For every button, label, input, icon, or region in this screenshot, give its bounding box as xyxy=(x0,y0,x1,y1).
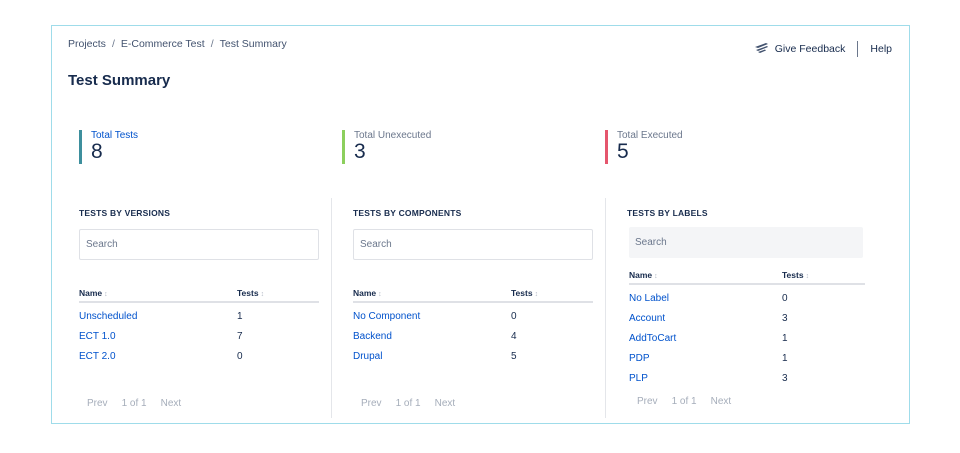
row-name-link[interactable]: No Component xyxy=(353,311,420,322)
breadcrumb-project[interactable]: E-Commerce Test xyxy=(121,38,205,50)
row-name-link[interactable]: Backend xyxy=(353,331,392,342)
stat-value: 3 xyxy=(354,140,366,163)
row-test-count: 5 xyxy=(511,351,517,362)
row-name-link[interactable]: ECT 2.0 xyxy=(79,351,116,362)
page-indicator: 1 of 1 xyxy=(395,398,421,409)
give-feedback-button[interactable]: Give Feedback xyxy=(754,42,846,57)
next-button[interactable]: Next xyxy=(161,398,182,409)
table-row: No Label 0 xyxy=(629,290,869,310)
pagination: Prev 1 of 1 Next xyxy=(637,396,731,407)
megaphone-icon xyxy=(754,42,769,57)
section-title: TESTS BY LABELS xyxy=(627,208,708,218)
table-row: Account 3 xyxy=(629,310,869,330)
column-header-name[interactable]: Name ↕ xyxy=(79,288,108,298)
help-link[interactable]: Help xyxy=(870,43,892,55)
page-title: Test Summary xyxy=(68,72,171,89)
stat-value: 5 xyxy=(617,140,629,163)
row-test-count: 7 xyxy=(237,331,243,342)
column-divider xyxy=(331,198,332,418)
table-row: AddToCart 1 xyxy=(629,330,869,350)
breadcrumb-projects[interactable]: Projects xyxy=(68,38,106,50)
row-name-link[interactable]: ECT 1.0 xyxy=(79,331,116,342)
table-row: PLP 3 xyxy=(629,370,869,390)
table-header: Name ↕ Tests ↕ xyxy=(353,286,593,303)
next-button[interactable]: Next xyxy=(711,396,732,407)
table-row: ECT 1.0 7 xyxy=(79,328,319,348)
row-name-link[interactable]: Unscheduled xyxy=(79,311,137,322)
next-button[interactable]: Next xyxy=(435,398,456,409)
column-divider xyxy=(605,198,606,418)
breadcrumb-current[interactable]: Test Summary xyxy=(220,38,287,50)
breadcrumb: Projects / E-Commerce Test / Test Summar… xyxy=(68,38,287,50)
prev-button[interactable]: Prev xyxy=(637,396,658,407)
section-title: TESTS BY VERSIONS xyxy=(79,208,171,218)
page-indicator: 1 of 1 xyxy=(671,396,697,407)
sort-icon: ↕ xyxy=(378,291,382,298)
stat-total-executed: Total Executed 5 xyxy=(605,130,683,164)
column-header-tests[interactable]: Tests ↕ xyxy=(511,288,538,298)
tests-by-labels-panel: TESTS BY LABELS Name↕ Tests↕ No Label 0 … xyxy=(627,198,868,418)
row-name-link[interactable]: PLP xyxy=(629,373,648,384)
tests-by-components-panel: TESTS BY COMPONENTS Name↕ Tests↕ No Comp… xyxy=(353,198,594,418)
column-header-name[interactable]: Name ↕ xyxy=(629,270,658,280)
stat-total-tests: Total Tests 8 xyxy=(79,130,138,164)
search-input[interactable] xyxy=(79,229,319,260)
row-test-count: 1 xyxy=(782,353,788,364)
breadcrumb-separator: / xyxy=(111,38,115,50)
row-test-count: 1 xyxy=(782,333,788,344)
actions-divider xyxy=(857,41,859,57)
sort-icon: ↕ xyxy=(534,291,539,298)
row-test-count: 0 xyxy=(237,351,243,362)
prev-button[interactable]: Prev xyxy=(87,398,108,409)
sort-icon: ↕ xyxy=(104,291,108,298)
row-name-link[interactable]: AddToCart xyxy=(629,333,676,344)
sort-icon: ↕ xyxy=(805,273,810,280)
row-test-count: 3 xyxy=(782,373,788,384)
table-row: Unscheduled 1 xyxy=(79,308,319,328)
stat-total-unexecuted: Total Unexecuted 3 xyxy=(342,130,431,164)
give-feedback-label: Give Feedback xyxy=(774,43,846,55)
breadcrumb-separator: / xyxy=(210,38,214,50)
table-row: No Component 0 xyxy=(353,308,593,328)
row-name-link[interactable]: PDP xyxy=(629,353,650,364)
row-name-link[interactable]: Drupal xyxy=(353,351,382,362)
row-test-count: 0 xyxy=(511,311,517,322)
row-test-count: 0 xyxy=(782,293,788,304)
test-summary-panel: Projects / E-Commerce Test / Test Summar… xyxy=(51,25,910,424)
row-name-link[interactable]: No Label xyxy=(629,293,669,304)
search-input[interactable] xyxy=(353,229,593,260)
section-title: TESTS BY COMPONENTS xyxy=(353,208,462,218)
pagination: Prev 1 of 1 Next xyxy=(361,398,455,409)
column-header-name[interactable]: Name ↕ xyxy=(353,288,382,298)
table-row: Backend 4 xyxy=(353,328,593,348)
search-input[interactable] xyxy=(629,227,863,258)
row-test-count: 3 xyxy=(782,313,788,324)
stat-value: 8 xyxy=(91,140,103,163)
column-header-tests[interactable]: Tests ↕ xyxy=(782,270,809,280)
tests-by-versions-panel: TESTS BY VERSIONS Name↕ Tests↕ Unschedul… xyxy=(79,198,320,418)
table-row: PDP 1 xyxy=(629,350,869,370)
table-row: Drupal 5 xyxy=(353,348,593,368)
row-test-count: 4 xyxy=(511,331,517,342)
sort-icon: ↕ xyxy=(654,273,658,280)
row-name-link[interactable]: Account xyxy=(629,313,665,324)
pagination: Prev 1 of 1 Next xyxy=(87,398,181,409)
prev-button[interactable]: Prev xyxy=(361,398,382,409)
sort-icon: ↕ xyxy=(260,291,265,298)
table-row: ECT 2.0 0 xyxy=(79,348,319,368)
top-actions: Give Feedback Help xyxy=(754,41,892,57)
page-indicator: 1 of 1 xyxy=(121,398,147,409)
table-header: Name ↕ Tests ↕ xyxy=(629,268,865,285)
table-header: Name ↕ Tests ↕ xyxy=(79,286,319,303)
column-header-tests[interactable]: Tests ↕ xyxy=(237,288,264,298)
row-test-count: 1 xyxy=(237,311,243,322)
